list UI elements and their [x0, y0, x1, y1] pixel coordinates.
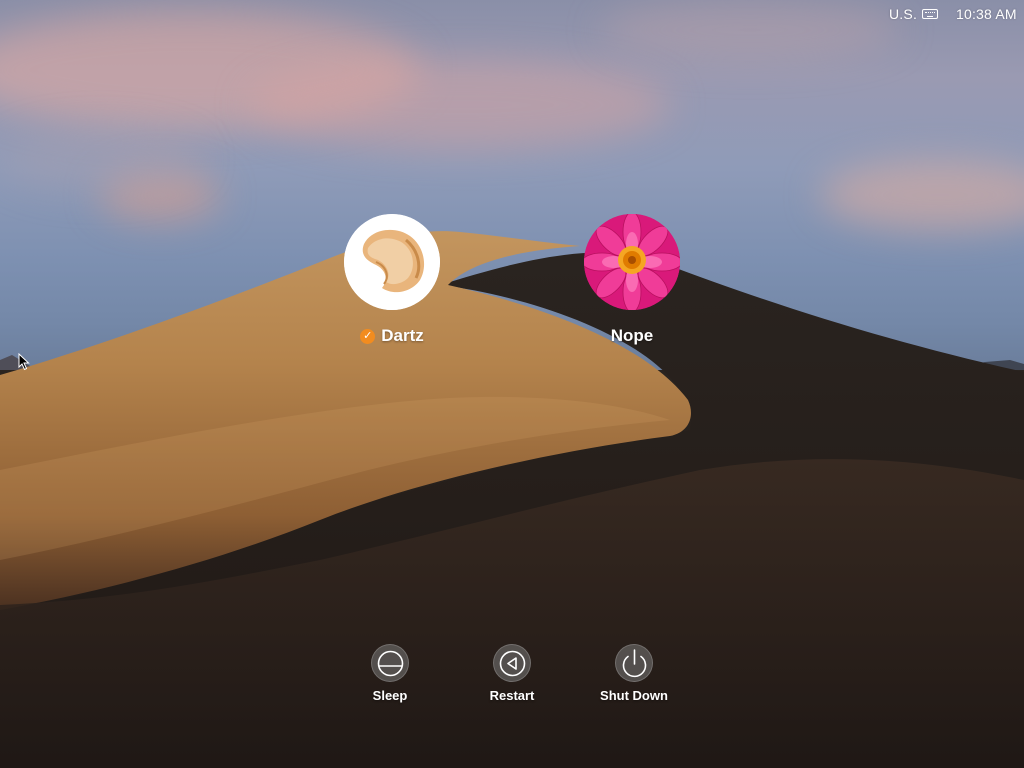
shut-down-button[interactable]: Shut Down [579, 644, 689, 703]
checkmark-icon: ✓ [360, 328, 376, 344]
sleep-icon [377, 650, 404, 677]
avatar[interactable] [584, 214, 680, 310]
restart-icon [499, 650, 526, 677]
input-source-menu[interactable]: U.S. [889, 6, 939, 22]
pink-flower-icon [584, 214, 680, 310]
restart-label: Restart [489, 688, 535, 703]
avatar[interactable] [344, 214, 440, 310]
restart-button[interactable]: Restart [457, 644, 567, 703]
user-tile-nope[interactable]: Nope [567, 214, 697, 346]
fortune-cookie-icon [344, 214, 440, 310]
sleep-label: Sleep [372, 688, 408, 703]
clock: 10:38 AM [956, 6, 1017, 22]
user-name: Dartz [381, 326, 424, 345]
input-source-label: U.S. [889, 6, 918, 22]
login-window: U.S. 10:38 AM ✓ Dartz Nope Sleep Restart… [0, 0, 1024, 768]
power-icon [622, 649, 647, 678]
sleep-button[interactable]: Sleep [335, 644, 445, 703]
keyboard-icon [922, 9, 939, 19]
user-name: Nope [610, 326, 654, 345]
user-tile-dartz[interactable]: ✓ Dartz [327, 214, 457, 346]
shut-down-label: Shut Down [600, 688, 668, 703]
mouse-pointer-icon [18, 353, 30, 371]
